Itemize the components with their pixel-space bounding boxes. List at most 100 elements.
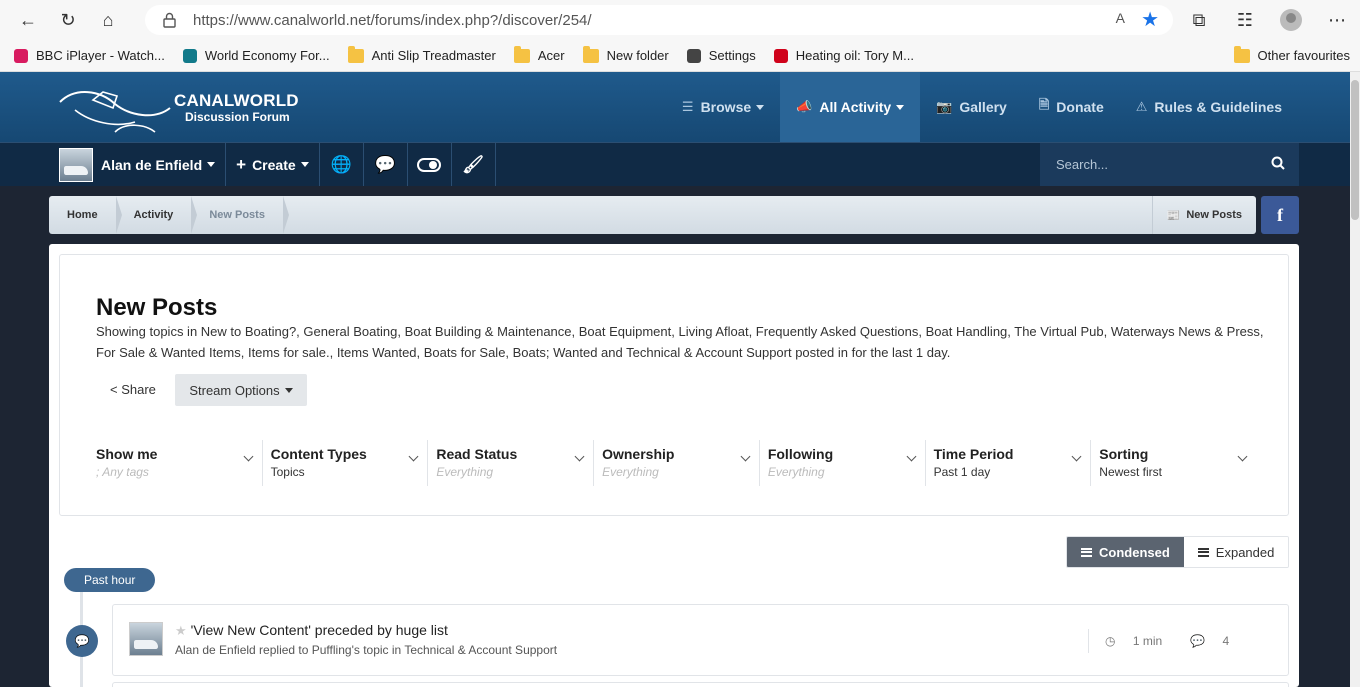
messages-icon[interactable]: 💬: [364, 143, 408, 186]
folder-icon: [582, 45, 599, 63]
filter-value: Topics: [270, 465, 305, 479]
iplayer-icon: [14, 48, 28, 63]
filter-sorting[interactable]: Sorting Newest first: [1090, 440, 1256, 486]
scrollbar-thumb[interactable]: [1351, 80, 1359, 220]
bookmark-item[interactable]: BBC iPlayer - Watch...: [14, 48, 165, 63]
logo-subtitle[interactable]: Discussion Forum: [185, 110, 290, 124]
bookmark-item[interactable]: World Economy For...: [182, 48, 330, 63]
filter-show-me[interactable]: Show me ; Any tags: [96, 440, 262, 486]
crumb-activity[interactable]: Activity: [116, 196, 198, 234]
topic-stats: ◷ 1 min 💬 4: [1088, 629, 1288, 653]
other-favourites[interactable]: Other favourites: [1233, 45, 1350, 63]
bookmark-label: Heating oil: Tory M...: [795, 48, 914, 63]
new-posts-button[interactable]: 📰 New Posts: [1151, 196, 1256, 234]
bookmark-item[interactable]: Acer: [513, 45, 565, 63]
nav-donate-label: Donate: [1056, 99, 1104, 115]
filter-read-status[interactable]: Read Status Everything: [427, 440, 593, 486]
folder-icon: [513, 45, 530, 63]
filter-label: Following: [767, 446, 834, 462]
share-icon: <: [110, 382, 118, 397]
bookmark-label: Acer: [537, 48, 565, 63]
read-aloud-icon[interactable]: A: [1116, 10, 1125, 26]
topic-title[interactable]: ★ 'View New Content' preceded by huge lis…: [175, 622, 448, 639]
stream-options-label: Stream Options: [189, 382, 280, 398]
filter-value: Newest first: [1099, 465, 1162, 479]
bookmark-item[interactable]: Settings: [686, 48, 756, 63]
share-button[interactable]: < Share: [110, 382, 156, 397]
star-icon: ★: [175, 623, 187, 638]
camera-icon: 📷: [936, 99, 953, 114]
condensed-view-button[interactable]: Condensed: [1067, 537, 1184, 567]
stream-options-button[interactable]: Stream Options: [175, 374, 307, 406]
list-icon: [1081, 547, 1092, 557]
folder-icon: [347, 45, 364, 63]
brush-icon[interactable]: 🖌: [452, 143, 496, 186]
filter-bar: Show me ; Any tags Content Types Topics Read…: [96, 440, 1256, 486]
list-icon: [1197, 547, 1209, 557]
avatar[interactable]: [129, 622, 163, 656]
user-bar: Alan de Enfield + Create 🌐 💬 🖌 Search...: [0, 142, 1360, 186]
time-group-badge: Past hour: [64, 568, 156, 592]
time-value: 1 min: [1132, 634, 1163, 648]
time-stat: ◷ 1 min: [1105, 634, 1176, 648]
bookmark-label: BBC iPlayer - Watch...: [36, 48, 165, 63]
address-bar[interactable]: https://www.canalworld.net/forums/index.…: [145, 5, 1173, 35]
filter-label: Show me: [96, 446, 158, 462]
warning-icon: ⚠: [1135, 99, 1148, 114]
back-icon[interactable]: ←: [8, 0, 48, 40]
collections-icon[interactable]: ⧉: [1176, 0, 1222, 40]
megaphone-icon: 📣: [796, 99, 813, 114]
filter-value: Everything: [602, 465, 659, 479]
replies-stat: 💬 4: [1190, 634, 1243, 648]
document-icon: 🗎: [1038, 97, 1050, 112]
nav-browse-label: Browse: [700, 99, 752, 115]
chevron-down-icon: [284, 387, 293, 393]
filter-time-period[interactable]: Time Period Past 1 day: [924, 440, 1091, 486]
list-item[interactable]: ★ 'View New Content' preceded by huge lis…: [112, 604, 1289, 676]
favourite-star-icon[interactable]: ★: [1141, 7, 1159, 32]
nav-donate[interactable]: 🗎 Donate: [1023, 72, 1120, 142]
crumb-home[interactable]: Home: [49, 196, 122, 234]
bookmark-item[interactable]: Anti Slip Treadmaster: [347, 45, 496, 63]
gear-icon: [686, 48, 701, 63]
user-menu[interactable]: Alan de Enfield: [49, 143, 227, 186]
nav-rules-label: Rules & Guidelines: [1154, 99, 1282, 115]
nav-all-activity[interactable]: 📣 All Activity: [780, 72, 921, 142]
bookmark-item[interactable]: New folder: [582, 45, 669, 63]
refresh-icon[interactable]: ↻: [48, 0, 88, 40]
logo-title[interactable]: CANALWORLD: [174, 91, 299, 111]
nav-rules[interactable]: ⚠ Rules & Guidelines: [1120, 72, 1298, 142]
user-name: Alan de Enfield: [101, 156, 203, 173]
filter-following[interactable]: Following Everything: [758, 440, 925, 486]
filter-content-types[interactable]: Content Types Topics: [261, 440, 428, 486]
crumb-new-posts: New Posts: [191, 196, 289, 234]
bookmarks-bar: BBC iPlayer - Watch... World Economy For.…: [0, 40, 1360, 72]
search-input[interactable]: Search...: [1040, 143, 1299, 186]
main-nav: ☰ Browse 📣 All Activity 📷 Gallery 🗎 Donate ⚠…: [666, 72, 1298, 142]
home-icon[interactable]: ⌂: [88, 0, 128, 40]
nav-browse[interactable]: ☰ Browse: [666, 72, 780, 142]
extensions-icon[interactable]: ☷: [1222, 0, 1268, 40]
view-toggle: Condensed Expanded: [1066, 536, 1290, 568]
nav-gallery[interactable]: 📷 Gallery: [920, 72, 1023, 142]
profile-icon[interactable]: [1268, 0, 1314, 40]
stream-header: New Posts Showing topics in New to Boati…: [59, 254, 1289, 516]
toggle-icon[interactable]: [408, 143, 452, 186]
list-item[interactable]: [112, 682, 1289, 687]
share-label: Share: [121, 382, 156, 397]
create-button[interactable]: + Create: [226, 143, 320, 186]
filter-label: Read Status: [436, 446, 518, 462]
globe-icon[interactable]: 🌐: [320, 143, 364, 186]
nav-all-activity-label: All Activity: [819, 99, 892, 115]
bookmark-item[interactable]: Heating oil: Tory M...: [773, 48, 914, 63]
more-icon[interactable]: ⋯: [1314, 0, 1360, 40]
url-text: https://www.canalworld.net/forums/index.…: [193, 11, 592, 29]
topic-title-text[interactable]: 'View New Content' preceded by huge list: [191, 622, 448, 638]
page-scrollbar[interactable]: [1350, 72, 1360, 687]
filter-ownership[interactable]: Ownership Everything: [593, 440, 759, 486]
condensed-label: Condensed: [1099, 544, 1170, 560]
facebook-icon[interactable]: f: [1261, 196, 1299, 234]
search-icon[interactable]: [1271, 156, 1285, 170]
page-title: New Posts: [96, 294, 218, 321]
expanded-view-button[interactable]: Expanded: [1183, 537, 1289, 567]
